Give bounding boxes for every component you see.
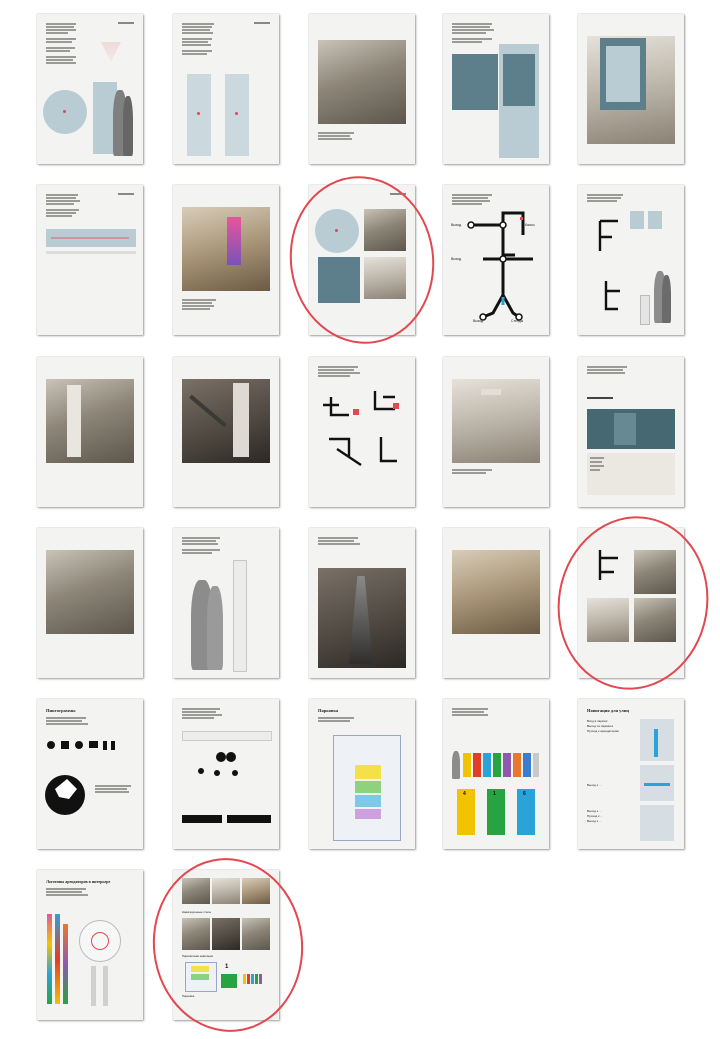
parking-number: 1 bbox=[493, 791, 496, 797]
interior-photo bbox=[634, 550, 676, 594]
page-4 bbox=[443, 14, 549, 164]
page-header bbox=[118, 22, 134, 24]
interior-photo bbox=[318, 40, 406, 124]
street-label: Вход в паркинг bbox=[587, 719, 608, 723]
page-14 bbox=[443, 357, 549, 507]
page-24: 4 1 6 bbox=[443, 699, 549, 849]
people-silhouette bbox=[452, 751, 460, 779]
page-title: Логотипы арендаторов в интерьере bbox=[46, 879, 111, 884]
page-header bbox=[118, 193, 134, 195]
page-23-parking: Парковка bbox=[309, 699, 415, 849]
parking-sign-green bbox=[487, 789, 505, 835]
street-label: Выход к ... bbox=[587, 819, 602, 823]
wayfinding-scheme bbox=[323, 391, 399, 466]
interior-photo bbox=[242, 878, 270, 904]
interior-photo bbox=[46, 550, 134, 634]
interior-photo bbox=[212, 878, 240, 904]
parking-number: 4 bbox=[463, 791, 466, 797]
interior-photo bbox=[364, 257, 406, 299]
page-27-summary: Навигационные стелы Парковочная навигаци… bbox=[173, 870, 279, 1020]
metro-label: Кассы bbox=[525, 223, 535, 227]
page-21-pictograms: Пиктограммы bbox=[37, 699, 143, 849]
page-26-tenant-logos: Логотипы арендаторов в интерьере bbox=[37, 870, 143, 1020]
section-caption: Навигационные стелы bbox=[182, 910, 212, 914]
page-5 bbox=[578, 14, 684, 164]
metro-label: Выход bbox=[451, 257, 462, 261]
escalator-photo bbox=[182, 379, 270, 463]
page-1 bbox=[37, 14, 143, 164]
page-12 bbox=[173, 357, 279, 507]
parking-number: 6 bbox=[523, 791, 526, 797]
interior-photo bbox=[364, 209, 406, 251]
page-25-street-navigation: Навигация для улиц Вход в паркинг Выход … bbox=[578, 699, 684, 849]
interior-photo bbox=[634, 598, 676, 642]
page-7 bbox=[173, 185, 279, 335]
column-drawing bbox=[233, 560, 247, 672]
metro-label: Стенды bbox=[511, 319, 524, 323]
metro-label: Выход bbox=[473, 319, 484, 323]
page-22 bbox=[173, 699, 279, 849]
street-label: Проход к ... bbox=[587, 814, 603, 818]
page-17 bbox=[173, 528, 279, 678]
page-title: Парковка bbox=[318, 708, 339, 713]
page-8 bbox=[309, 185, 415, 335]
interior-photo bbox=[46, 379, 134, 463]
parking-number: 1 bbox=[225, 964, 229, 970]
page-13 bbox=[309, 357, 415, 507]
interior-photo bbox=[452, 550, 540, 634]
interior-photo bbox=[242, 918, 270, 950]
street-label: Выход к ... bbox=[587, 809, 602, 813]
street-map bbox=[640, 805, 674, 841]
pictogram-set bbox=[45, 741, 115, 815]
page-6 bbox=[37, 185, 143, 335]
floor-map bbox=[318, 257, 360, 303]
page-9-metro-map: Выход Кассы Выход Выход Стенды bbox=[443, 185, 549, 335]
stand-drawing bbox=[187, 74, 211, 156]
page-2 bbox=[173, 14, 279, 164]
section-caption: Парковочная навигация bbox=[182, 954, 214, 958]
page-header bbox=[390, 193, 406, 195]
parking-sign-blue bbox=[517, 789, 535, 835]
interior-photo bbox=[182, 918, 210, 950]
street-label: Выход к ... bbox=[587, 783, 602, 787]
page-title: Навигация для улиц bbox=[587, 708, 630, 713]
interior-photo bbox=[182, 878, 210, 904]
page-18 bbox=[309, 528, 415, 678]
floor-map bbox=[452, 54, 498, 110]
pictogram-set bbox=[198, 752, 238, 776]
page-16 bbox=[37, 528, 143, 678]
page-11 bbox=[37, 357, 143, 507]
section-caption: Парковка bbox=[182, 994, 195, 998]
page-15 bbox=[578, 357, 684, 507]
page-3 bbox=[309, 14, 415, 164]
catalog-spread: { "pages": { "p24_title": "Пиктограммы",… bbox=[0, 0, 720, 1039]
parking-sign-yellow bbox=[457, 789, 475, 835]
street-label: Выход из паркинга bbox=[587, 724, 613, 728]
street-label: Проход к арендаторам bbox=[587, 729, 619, 733]
interior-photo bbox=[212, 918, 240, 950]
page-10 bbox=[578, 185, 684, 335]
page-header bbox=[254, 22, 270, 24]
page-20 bbox=[578, 528, 684, 678]
interior-photo bbox=[182, 207, 270, 291]
metro-label: Выход bbox=[451, 223, 462, 227]
interior-photo bbox=[587, 598, 629, 642]
page-19 bbox=[443, 528, 549, 678]
